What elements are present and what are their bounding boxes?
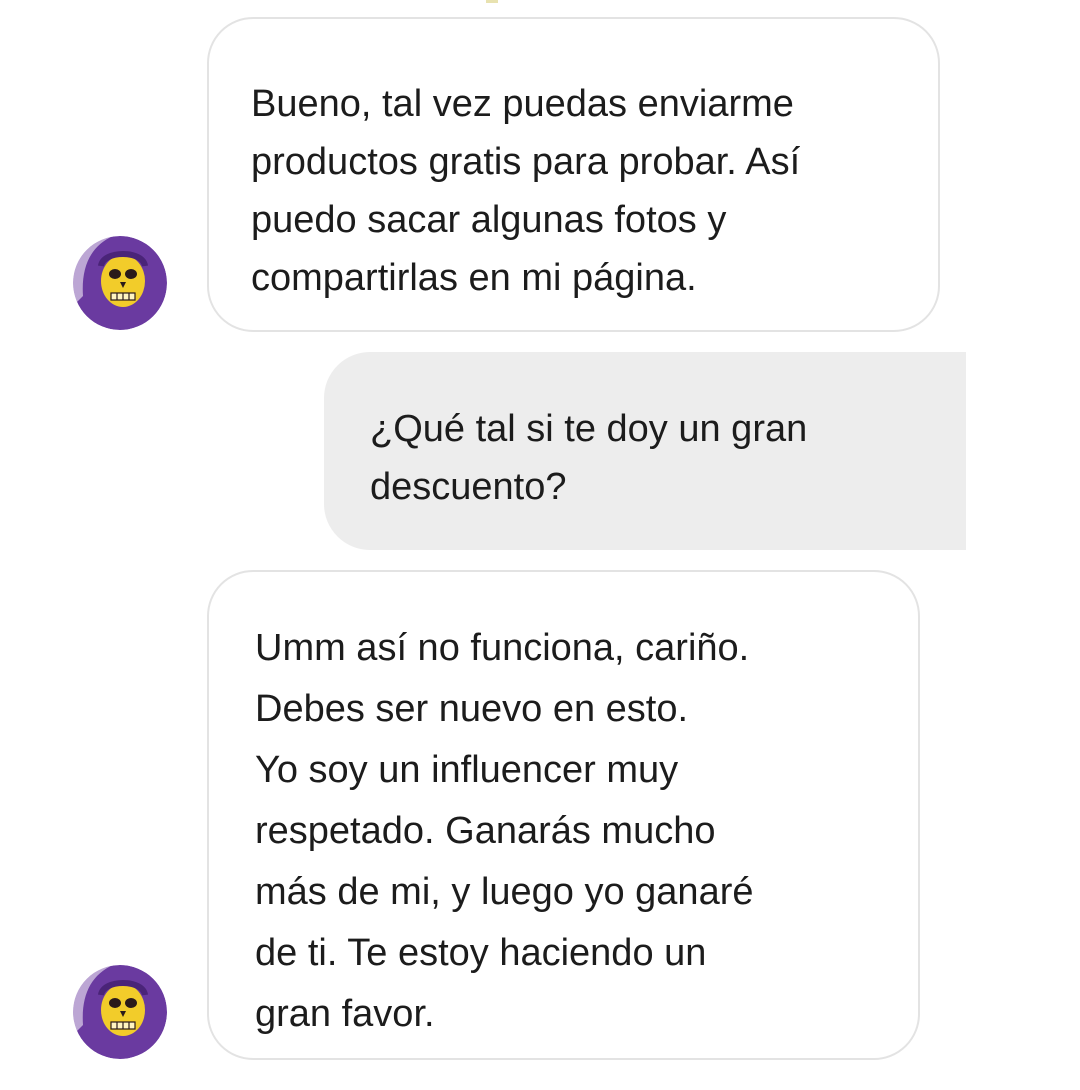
message-text: Umm así no funciona, cariño. Debes ser n… <box>255 627 754 1035</box>
incoming-message-bubble[interactable]: Umm así no funciona, cariño. Debes ser n… <box>207 570 920 1060</box>
chat-thread: Bueno, tal vez puedas enviarme productos… <box>0 0 1080 1090</box>
skull-hooded-avatar-icon <box>73 965 167 1059</box>
message-text: Bueno, tal vez puedas enviarme productos… <box>251 83 801 299</box>
message-text: ¿Qué tal si te doy un gran descuento? <box>370 408 808 508</box>
skull-hooded-avatar-icon <box>73 236 167 330</box>
incoming-message-bubble[interactable]: Bueno, tal vez puedas enviarme productos… <box>207 17 940 332</box>
outgoing-message-bubble[interactable]: ¿Qué tal si te doy un gran descuento? <box>324 352 966 550</box>
contact-avatar[interactable] <box>73 236 167 330</box>
contact-avatar[interactable] <box>73 965 167 1059</box>
cropped-element-edge <box>486 0 498 3</box>
